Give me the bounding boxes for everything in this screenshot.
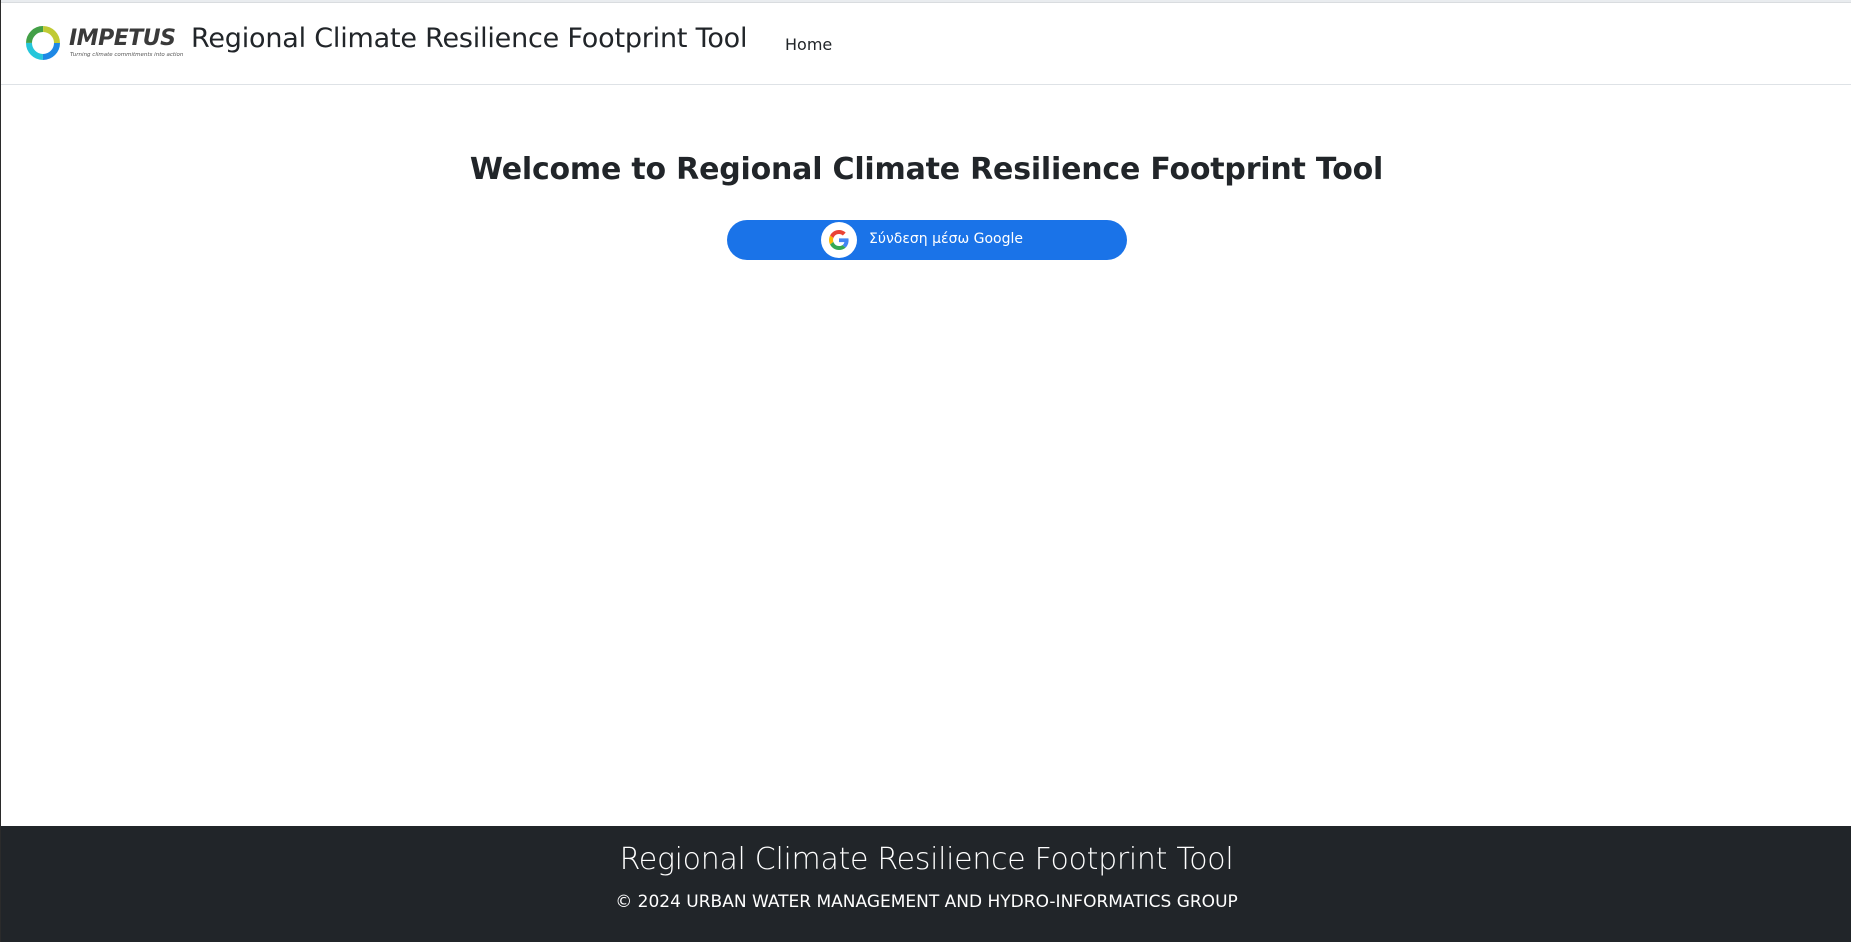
logo-tagline: Turning climate commitments into action bbox=[70, 52, 184, 58]
google-signin-label: Σύνδεση μέσω Google bbox=[869, 231, 1023, 247]
google-signin-button[interactable]: Σύνδεση μέσω Google bbox=[727, 220, 1127, 260]
impetus-logo[interactable]: IMPETUS Turning climate commitments into… bbox=[23, 23, 183, 65]
logo-wordmark: IMPETUS bbox=[69, 26, 176, 51]
brand-title[interactable]: Regional Climate Resilience Footprint To… bbox=[191, 23, 747, 54]
nav-home-link[interactable]: Home bbox=[785, 35, 832, 54]
footer: Regional Climate Resilience Footprint To… bbox=[1, 826, 1851, 942]
navbar: IMPETUS Turning climate commitments into… bbox=[1, 3, 1851, 85]
page: IMPETUS Turning climate commitments into… bbox=[0, 0, 1851, 942]
google-g-icon bbox=[829, 230, 849, 250]
google-icon-badge bbox=[821, 222, 857, 258]
impetus-ring-icon bbox=[26, 26, 60, 60]
footer-title: Regional Climate Resilience Footprint To… bbox=[619, 842, 1234, 877]
welcome-heading: Welcome to Regional Climate Resilience F… bbox=[469, 152, 1384, 188]
footer-copyright: © 2024 URBAN WATER MANAGEMENT AND HYDRO-… bbox=[615, 892, 1238, 912]
